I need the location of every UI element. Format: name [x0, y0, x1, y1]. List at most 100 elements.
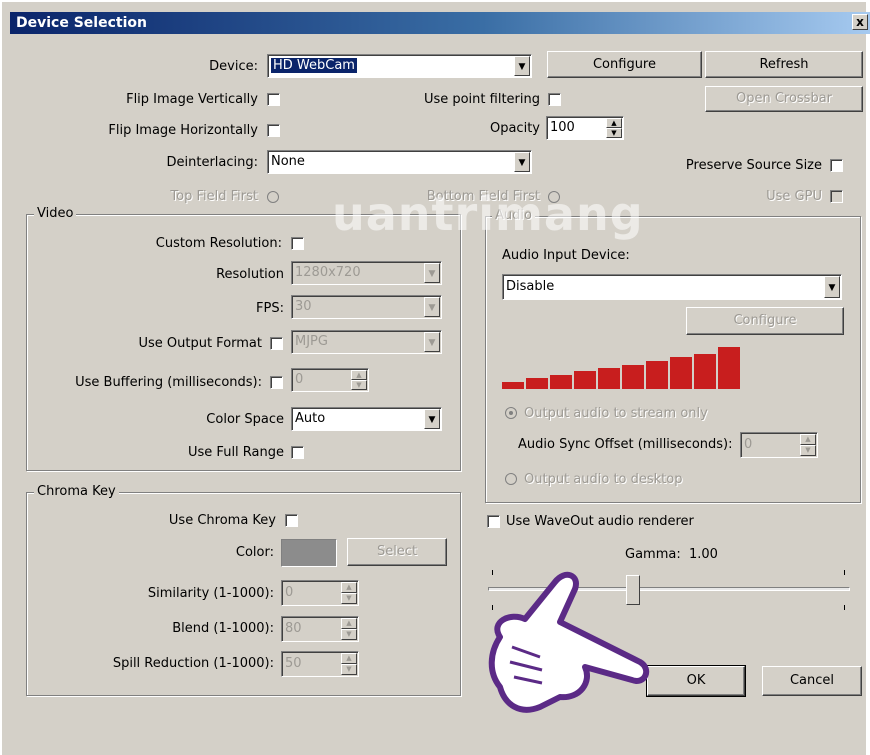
device-selection-window: Device Selection x Device: HD WebCam ▼ C… — [0, 0, 870, 755]
spin-down-icon[interactable]: ▼ — [800, 445, 816, 456]
flip-vertical-checkbox[interactable] — [267, 93, 280, 106]
chevron-down-icon[interactable]: ▼ — [824, 276, 840, 298]
point-filtering-checkbox[interactable] — [548, 93, 561, 106]
use-chroma-key-label: Use Chroma Key — [168, 513, 276, 528]
chevron-down-icon[interactable]: ▼ — [514, 56, 530, 76]
device-configure-button[interactable]: Configure — [547, 51, 702, 78]
gamma-value: 1.00 — [689, 547, 718, 562]
audio-sync-offset-label: Audio Sync Offset (milliseconds): — [518, 437, 733, 452]
output-stream-only-radio[interactable] — [505, 407, 517, 419]
top-field-first-label: Top Field First — [170, 189, 258, 204]
audio-level-bar — [550, 375, 572, 389]
close-button[interactable]: x — [852, 14, 868, 30]
resolution-label: Resolution — [216, 267, 284, 282]
color-space-label: Color Space — [206, 412, 284, 427]
blend-value: 80 — [285, 621, 302, 636]
spin-down-icon[interactable]: ▼ — [606, 128, 622, 138]
full-range-checkbox[interactable] — [291, 446, 304, 459]
deinterlacing-label: Deinterlacing: — [166, 155, 258, 170]
chevron-down-icon[interactable]: ▼ — [514, 152, 530, 172]
ok-button[interactable]: OK — [646, 665, 746, 697]
output-desktop-radio[interactable] — [505, 473, 517, 485]
spin-down-icon[interactable]: ▼ — [341, 664, 357, 675]
spin-up-icon[interactable]: ▲ — [341, 618, 357, 629]
use-gpu-label: Use GPU — [766, 189, 822, 204]
spill-reduction-spinner[interactable]: ▲ ▼ — [341, 653, 357, 675]
audio-level-bar — [502, 382, 524, 389]
opacity-spinner[interactable]: ▲ ▼ — [606, 118, 622, 138]
device-dropdown[interactable]: HD WebCam ▼ — [267, 54, 532, 78]
audio-sync-offset-spinbox[interactable]: 0 ▲ ▼ — [740, 432, 818, 458]
output-desktop-label: Output audio to desktop — [524, 472, 683, 487]
resolution-dropdown[interactable]: 1280x720 ▼ — [291, 261, 442, 285]
buffering-value: 0 — [295, 372, 304, 387]
audio-level-bar — [718, 347, 740, 389]
flip-vertical-label: Flip Image Vertically — [126, 92, 258, 107]
blend-spinbox[interactable]: 80 ▲ ▼ — [281, 616, 359, 642]
blend-spinner[interactable]: ▲ ▼ — [341, 618, 357, 640]
fps-dropdown[interactable]: 30 ▼ — [291, 295, 442, 319]
audio-sync-offset-spinner[interactable]: ▲ ▼ — [800, 434, 816, 456]
opacity-label: Opacity — [489, 121, 540, 136]
chevron-down-icon[interactable]: ▼ — [424, 263, 440, 283]
audio-level-bar — [598, 368, 620, 389]
gamma-tick — [844, 605, 845, 610]
use-chroma-key-checkbox[interactable] — [285, 514, 298, 527]
preserve-source-size-label: Preserve Source Size — [685, 158, 822, 173]
spin-up-icon[interactable]: ▲ — [341, 653, 357, 664]
spin-up-icon[interactable]: ▲ — [800, 434, 816, 445]
preserve-source-size-checkbox[interactable] — [830, 159, 843, 172]
chroma-color-swatch[interactable] — [281, 539, 337, 567]
audio-level-bar — [526, 378, 548, 389]
color-space-dropdown[interactable]: Auto ▼ — [291, 407, 442, 431]
spin-up-icon[interactable]: ▲ — [341, 582, 357, 593]
open-crossbar-button[interactable]: Open Crossbar — [705, 86, 863, 112]
audio-level-meter — [502, 347, 740, 389]
spin-down-icon[interactable]: ▼ — [351, 380, 367, 390]
audio-level-bar — [646, 361, 668, 389]
audio-input-device-label: Audio Input Device: — [502, 248, 630, 263]
buffering-spinbox[interactable]: 0 ▲ ▼ — [291, 368, 369, 392]
flip-horizontal-checkbox[interactable] — [267, 124, 280, 137]
spill-reduction-spinbox[interactable]: 50 ▲ ▼ — [281, 651, 359, 677]
output-format-value: MJPG — [295, 334, 328, 349]
refresh-button[interactable]: Refresh — [705, 51, 863, 78]
spill-reduction-value: 50 — [285, 656, 302, 671]
custom-resolution-checkbox[interactable] — [291, 237, 304, 250]
audio-input-device-dropdown[interactable]: Disable ▼ — [502, 274, 842, 300]
use-gpu-checkbox[interactable] — [830, 190, 843, 203]
audio-input-device-value: Disable — [506, 279, 555, 294]
custom-resolution-label: Custom Resolution: — [155, 236, 282, 251]
chroma-select-button[interactable]: Select — [347, 538, 447, 566]
buffering-label: Use Buffering (milliseconds): — [75, 375, 262, 390]
spin-down-icon[interactable]: ▼ — [341, 593, 357, 604]
waveout-label: Use WaveOut audio renderer — [506, 514, 694, 529]
similarity-spinbox[interactable]: 0 ▲ ▼ — [281, 580, 359, 606]
chevron-down-icon[interactable]: ▼ — [424, 409, 440, 429]
similarity-label: Similarity (1-1000): — [147, 586, 274, 601]
chevron-down-icon[interactable]: ▼ — [424, 332, 440, 352]
cancel-button[interactable]: Cancel — [762, 666, 862, 696]
spin-down-icon[interactable]: ▼ — [341, 629, 357, 640]
similarity-value: 0 — [285, 585, 294, 600]
output-format-checkbox[interactable] — [270, 337, 283, 350]
chroma-key-legend: Chroma Key — [34, 484, 119, 500]
gamma-label: Gamma: — [625, 547, 681, 562]
audio-level-bar — [670, 357, 692, 389]
spin-up-icon[interactable]: ▲ — [351, 370, 367, 380]
spin-up-icon[interactable]: ▲ — [606, 118, 622, 128]
gamma-tick — [844, 570, 845, 575]
window-title: Device Selection — [16, 15, 147, 31]
opacity-spinbox[interactable]: 100 ▲ ▼ — [546, 116, 624, 140]
waveout-checkbox[interactable] — [487, 515, 500, 528]
top-field-first-radio[interactable] — [267, 191, 279, 203]
audio-level-bar — [694, 354, 716, 389]
chroma-color-label: Color: — [235, 545, 274, 560]
deinterlacing-dropdown[interactable]: None ▼ — [267, 150, 532, 174]
buffering-spinner[interactable]: ▲ ▼ — [351, 370, 367, 390]
chevron-down-icon[interactable]: ▼ — [424, 297, 440, 317]
similarity-spinner[interactable]: ▲ ▼ — [341, 582, 357, 604]
buffering-checkbox[interactable] — [270, 376, 283, 389]
audio-configure-button[interactable]: Configure — [686, 307, 844, 335]
output-format-dropdown[interactable]: MJPG ▼ — [291, 330, 442, 354]
